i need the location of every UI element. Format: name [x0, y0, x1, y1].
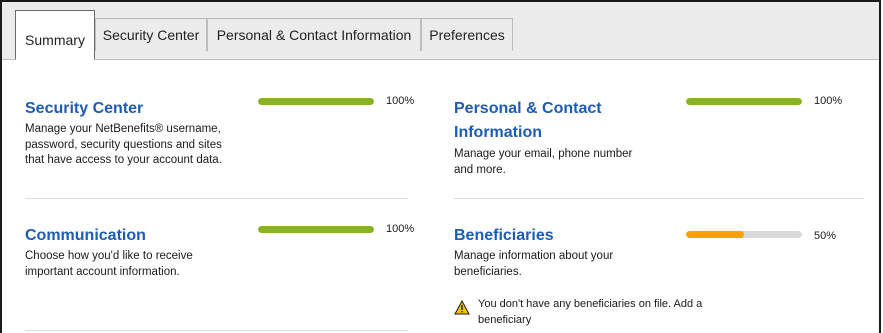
tab-personal-contact-information[interactable]: Personal & Contact Information [207, 18, 421, 51]
beneficiaries-progress-label: 50% [814, 230, 837, 242]
beneficiaries-link[interactable]: Beneficiaries [454, 223, 554, 249]
security-center-progress-fill [258, 98, 374, 105]
security-center-link[interactable]: Security Center [25, 96, 143, 122]
beneficiaries-description: Manage information about your beneficiar… [454, 250, 614, 278]
communication-progress-bar [258, 226, 374, 233]
tab-security-center[interactable]: Security Center [95, 18, 207, 51]
personal-contact-link[interactable]: Personal & Contact [454, 96, 602, 122]
card-divider [25, 198, 408, 199]
tab-summary[interactable]: Summary [15, 10, 95, 60]
personal-contact-progress-label: 100% [814, 95, 843, 107]
security-center-progress-bar [258, 98, 374, 105]
communication-progress-fill [258, 226, 374, 233]
personal-contact-description: Manage your email, phone number and more… [454, 148, 633, 176]
security-center-description: Manage your NetBenefits® username, passw… [25, 123, 222, 166]
card-divider [25, 330, 408, 331]
personal-contact-progress-fill [686, 98, 802, 105]
personal-contact-link-line2[interactable]: Information [454, 120, 542, 146]
beneficiaries-progress-bar [686, 231, 802, 238]
beneficiaries-warning-text: You don't have any beneficiaries on file… [478, 298, 703, 326]
card-divider [454, 198, 864, 199]
warning-triangle-icon [454, 300, 470, 315]
communication-link[interactable]: Communication [25, 223, 146, 249]
tab-bar-divider [2, 59, 879, 60]
communication-progress-label: 100% [386, 223, 415, 235]
personal-contact-progress-bar [686, 98, 802, 105]
communication-description: Choose how you'd like to receive importa… [25, 250, 193, 278]
tab-preferences[interactable]: Preferences [421, 18, 513, 51]
beneficiaries-progress-fill [686, 231, 744, 238]
security-center-progress-label: 100% [386, 95, 415, 107]
